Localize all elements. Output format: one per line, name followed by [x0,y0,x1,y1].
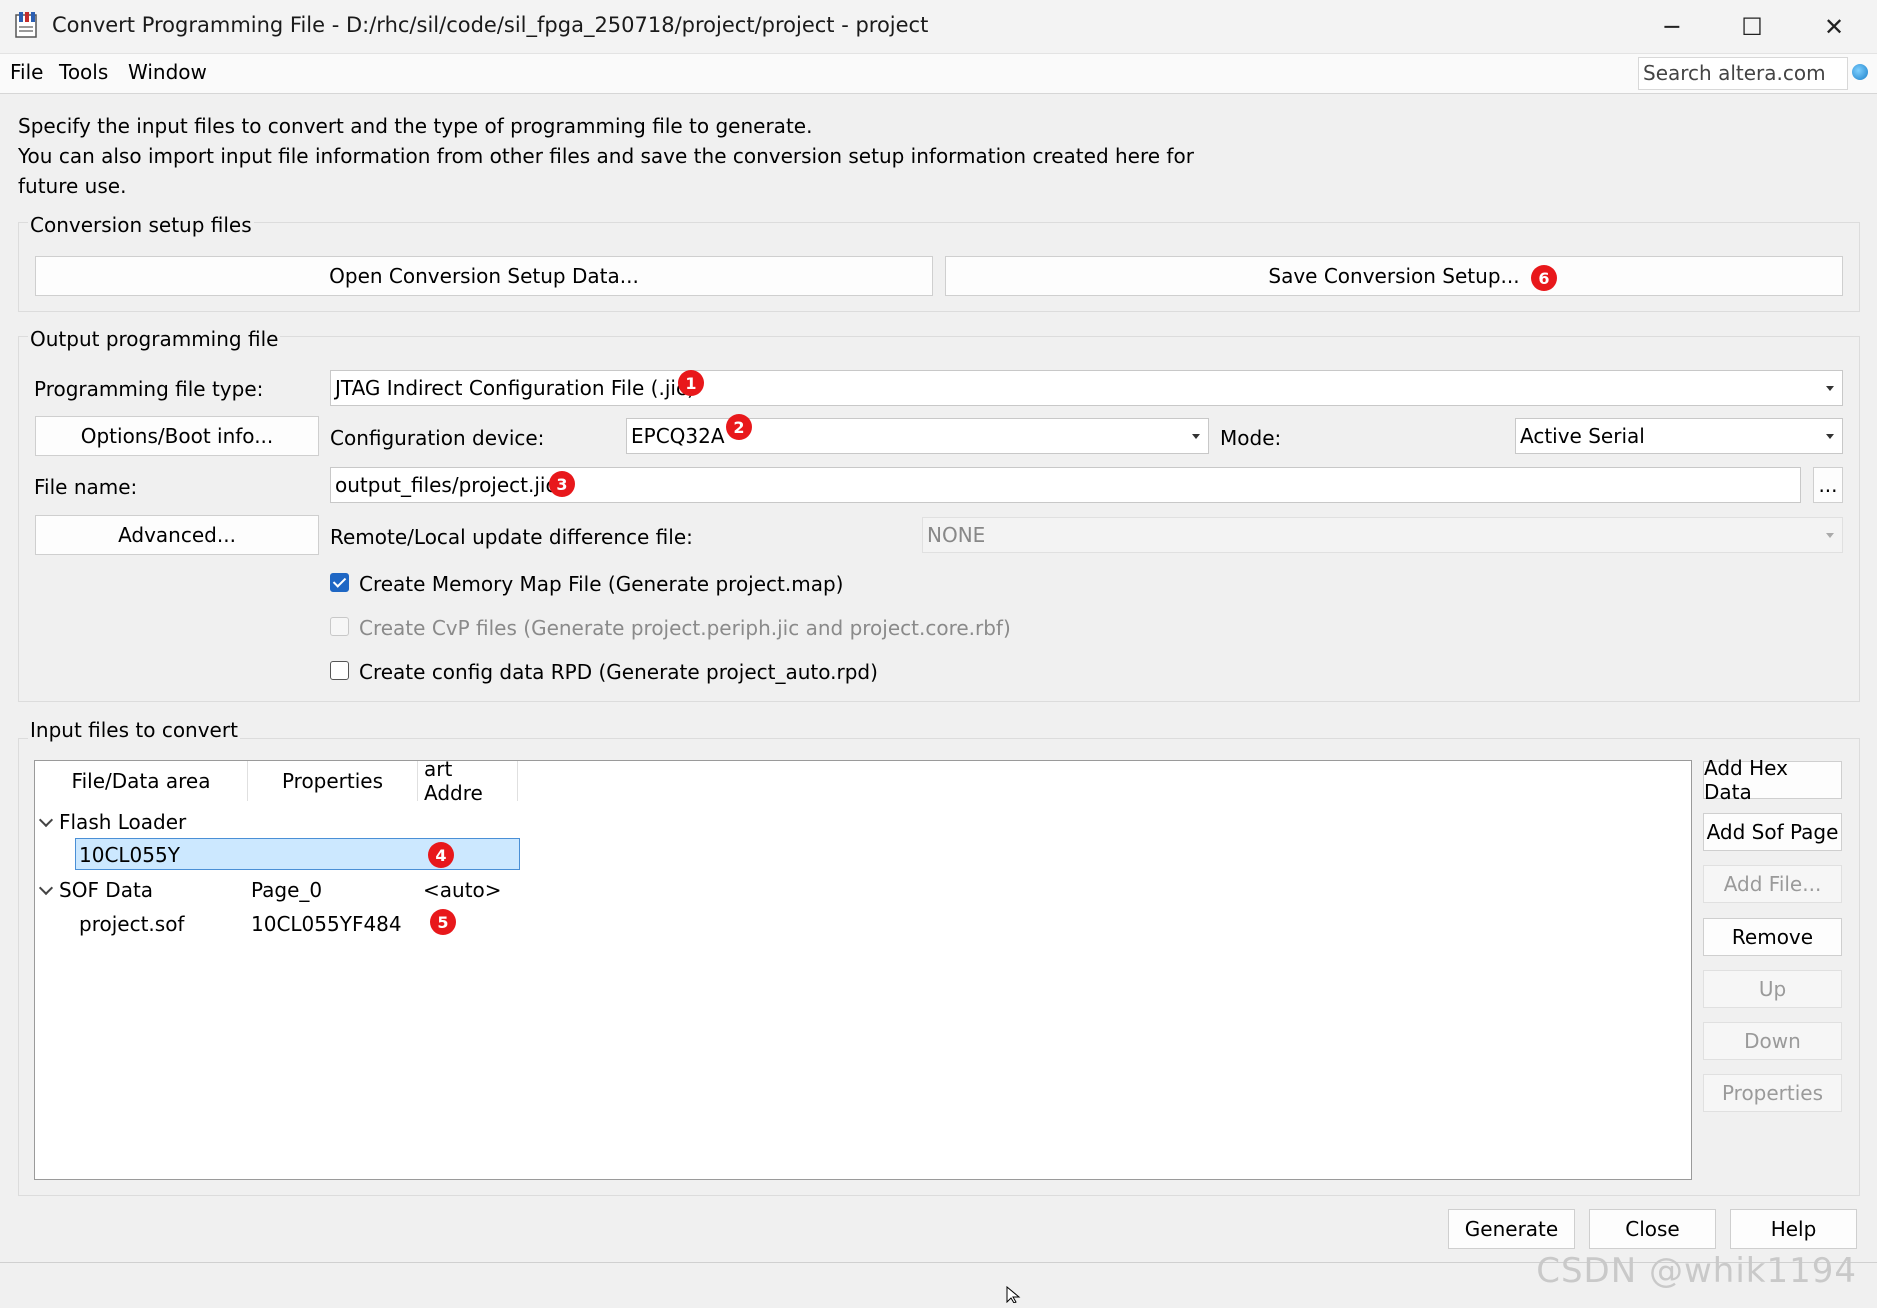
remote-local-update-value: NONE [927,523,986,547]
chevron-down-icon[interactable] [38,880,54,896]
options-boot-info-button[interactable]: Options/Boot info... [35,416,319,456]
browse-file-button[interactable]: ... [1813,467,1843,503]
configuration-device-label: Configuration device: [330,426,545,450]
menu-bar: File Tools Window [0,54,1877,94]
sof-file-device: 10CL055YF484 [251,912,402,936]
search-input[interactable]: Search altera.com [1638,57,1848,90]
help-button[interactable]: Help [1730,1209,1857,1249]
mode-label: Mode: [1220,426,1282,450]
conversion-setup-label: Conversion setup files [28,213,254,237]
column-file-data-area[interactable]: File/Data area [35,761,248,801]
menu-window[interactable]: Window [128,60,207,84]
sof-data-address: <auto> [423,878,502,902]
chevron-down-icon[interactable] [38,812,54,828]
programming-file-type-select[interactable]: JTAG Indirect Configuration File (.jic) [330,370,1843,406]
remote-local-update-select[interactable]: NONE [922,517,1843,553]
input-files-tree[interactable]: File/Data area Properties art Addre Flas… [34,757,1692,1180]
memory-map-label: Create Memory Map File (Generate project… [359,572,844,596]
chevron-down-icon [1826,386,1834,391]
column-properties[interactable]: Properties [248,761,418,801]
down-button[interactable]: Down [1703,1022,1842,1060]
intro-line-3: future use. [18,174,127,198]
save-conversion-setup-button[interactable]: Save Conversion Setup... [945,256,1843,296]
flash-loader-node[interactable]: Flash Loader [59,810,186,834]
annotation-badge-1: 1 [678,370,704,396]
quartus-programmer-icon [14,11,40,39]
add-hex-data-button[interactable]: Add Hex Data [1703,756,1842,804]
annotation-badge-4: 4 [428,842,454,868]
file-name-label: File name: [34,475,138,499]
menu-tools[interactable]: Tools [59,60,108,84]
chevron-down-icon [1826,533,1834,538]
annotation-badge-6: 6 [1531,265,1557,291]
config-rpd-checkbox[interactable] [330,661,349,680]
cvp-files-label: Create CvP files (Generate project.perip… [359,616,1011,640]
remove-button[interactable]: Remove [1703,918,1842,956]
annotation-badge-5: 5 [430,909,456,935]
remote-local-update-label: Remote/Local update difference file: [330,525,693,549]
configuration-device-select[interactable]: EPCQ32A [626,418,1209,454]
mode-select[interactable]: Active Serial [1515,418,1843,454]
mouse-cursor-icon [1006,1284,1024,1304]
minimize-button[interactable]: ─ [1632,0,1712,54]
intro-line-2: You can also import input file informati… [18,144,1194,168]
window-title: Convert Programming File - D:/rhc/sil/co… [52,13,929,37]
close-button[interactable]: Close [1589,1209,1716,1249]
configuration-device-value: EPCQ32A [631,424,725,448]
sof-file-node[interactable]: project.sof [79,912,184,936]
close-window-button[interactable]: ✕ [1794,0,1874,54]
chevron-down-icon [1826,434,1834,439]
advanced-button[interactable]: Advanced... [35,515,319,555]
memory-map-checkbox[interactable] [330,573,349,592]
config-rpd-label: Create config data RPD (Generate project… [359,660,878,684]
annotation-badge-3: 3 [549,471,575,497]
title-bar: Convert Programming File - D:/rhc/sil/co… [0,0,1877,54]
open-conversion-setup-button[interactable]: Open Conversion Setup Data... [35,256,933,296]
maximize-button[interactable]: ☐ [1712,0,1792,54]
watermark: CSDN @whik1194 [1536,1251,1857,1291]
mode-value: Active Serial [1520,424,1645,448]
programming-file-type-value: JTAG Indirect Configuration File (.jic) [335,376,695,400]
flash-loader-device: 10CL055Y [79,843,180,867]
add-sof-page-button[interactable]: Add Sof Page [1703,813,1842,851]
sof-data-page: Page_0 [251,878,323,902]
sof-data-node[interactable]: SOF Data [59,878,153,902]
add-file-button[interactable]: Add File... [1703,865,1842,903]
programming-file-type-label: Programming file type: [34,377,264,401]
chevron-down-icon [1192,434,1200,439]
generate-button[interactable]: Generate [1448,1209,1575,1249]
menu-file[interactable]: File [10,60,43,84]
annotation-badge-2: 2 [726,414,752,440]
input-files-label: Input files to convert [28,718,240,742]
column-start-address[interactable]: art Addre [418,757,518,805]
properties-button[interactable]: Properties [1703,1074,1842,1112]
up-button[interactable]: Up [1703,970,1842,1008]
cvp-files-checkbox[interactable] [330,617,349,636]
output-programming-label: Output programming file [28,327,281,351]
intro-line-1: Specify the input files to convert and t… [18,114,813,138]
intro-text: Specify the input files to convert and t… [18,111,1218,201]
file-name-value: output_files/project.jic [335,473,557,497]
globe-icon [1852,64,1868,80]
